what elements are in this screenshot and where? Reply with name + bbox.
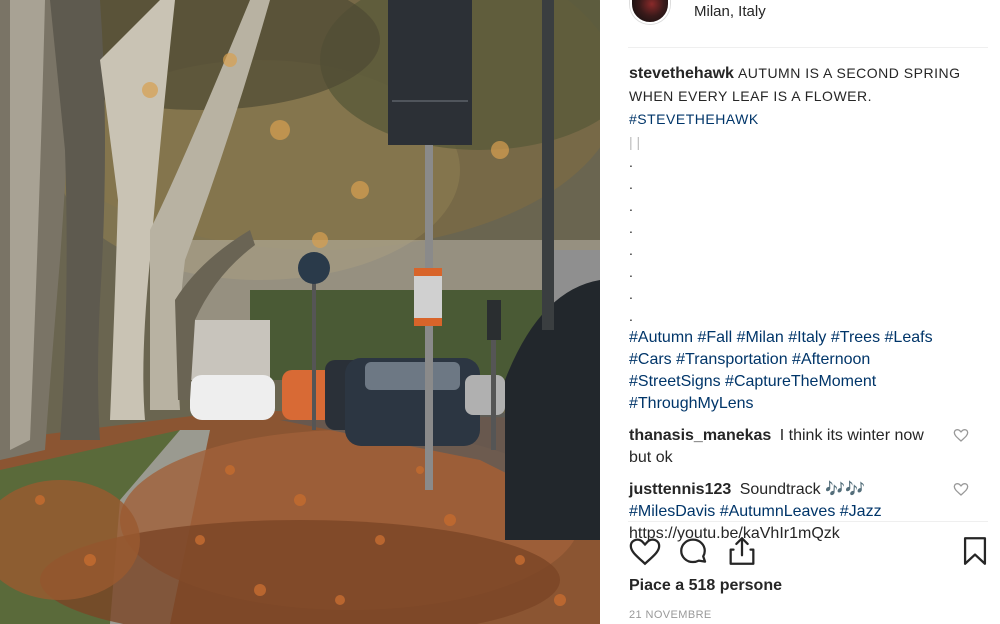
caption-dot: . — [629, 220, 633, 236]
comment-hashtags[interactable]: #MilesDavis #AutumnLeaves #Jazz — [629, 501, 929, 523]
caption-dot: . — [629, 198, 633, 214]
caption-tags-line[interactable]: #ThroughMyLens — [629, 393, 969, 415]
comment-username[interactable]: justtennis123 — [629, 481, 731, 498]
caption-dots: . . . . . . . . — [629, 151, 969, 327]
caption-dot: . — [629, 176, 633, 192]
caption-hashtag[interactable]: #STEVETHEHAWK — [629, 111, 759, 127]
caption-dot: . — [629, 264, 633, 280]
caption-dot: . — [629, 286, 633, 302]
heart-icon[interactable] — [953, 427, 969, 443]
caption-dot: . — [629, 242, 633, 258]
post-side-panel: Milan, Italy stevethehawk AUTUMN IS A SEC… — [600, 0, 1000, 624]
comment-bubble-icon[interactable] — [676, 534, 710, 568]
caption-bars: | | — [629, 134, 641, 150]
avatar[interactable] — [630, 0, 670, 24]
share-icon[interactable] — [725, 534, 759, 568]
comments-list: stevethehawk AUTUMN IS A SECOND SPRING WH… — [629, 62, 969, 545]
comment-item: thanasis_manekas I think its winter now … — [629, 425, 969, 469]
caption-tags-line[interactable]: #Autumn #Fall #Milan #Italy #Trees #Leaf… — [629, 327, 969, 349]
caption-tags: #Autumn #Fall #Milan #Italy #Trees #Leaf… — [629, 327, 969, 415]
comment-text: Soundtrack 🎶🎶 — [739, 481, 865, 498]
caption-username[interactable]: stevethehawk — [629, 65, 734, 82]
post-header: Milan, Italy — [628, 0, 988, 48]
post-actions — [628, 532, 990, 572]
divider — [628, 521, 988, 522]
caption-dot: . — [629, 154, 633, 170]
post-date[interactable]: 21 NOVEMBRE — [629, 609, 712, 621]
likes-count[interactable]: Piace a 518 persone — [629, 577, 782, 595]
bookmark-icon[interactable] — [958, 534, 992, 568]
location-link[interactable]: Milan, Italy — [694, 3, 766, 20]
caption-dot: . — [629, 308, 633, 324]
post-photo[interactable] — [0, 0, 600, 624]
post-caption: stevethehawk AUTUMN IS A SECOND SPRING WH… — [629, 62, 969, 415]
comment-username[interactable]: thanasis_manekas — [629, 427, 771, 444]
heart-icon[interactable] — [953, 481, 969, 497]
caption-tags-line[interactable]: #Cars #Transportation #Afternoon — [629, 349, 969, 371]
heart-icon[interactable] — [628, 534, 662, 568]
autumn-street-photo — [0, 0, 600, 624]
caption-tags-line[interactable]: #StreetSigns #CaptureTheMoment — [629, 371, 969, 393]
